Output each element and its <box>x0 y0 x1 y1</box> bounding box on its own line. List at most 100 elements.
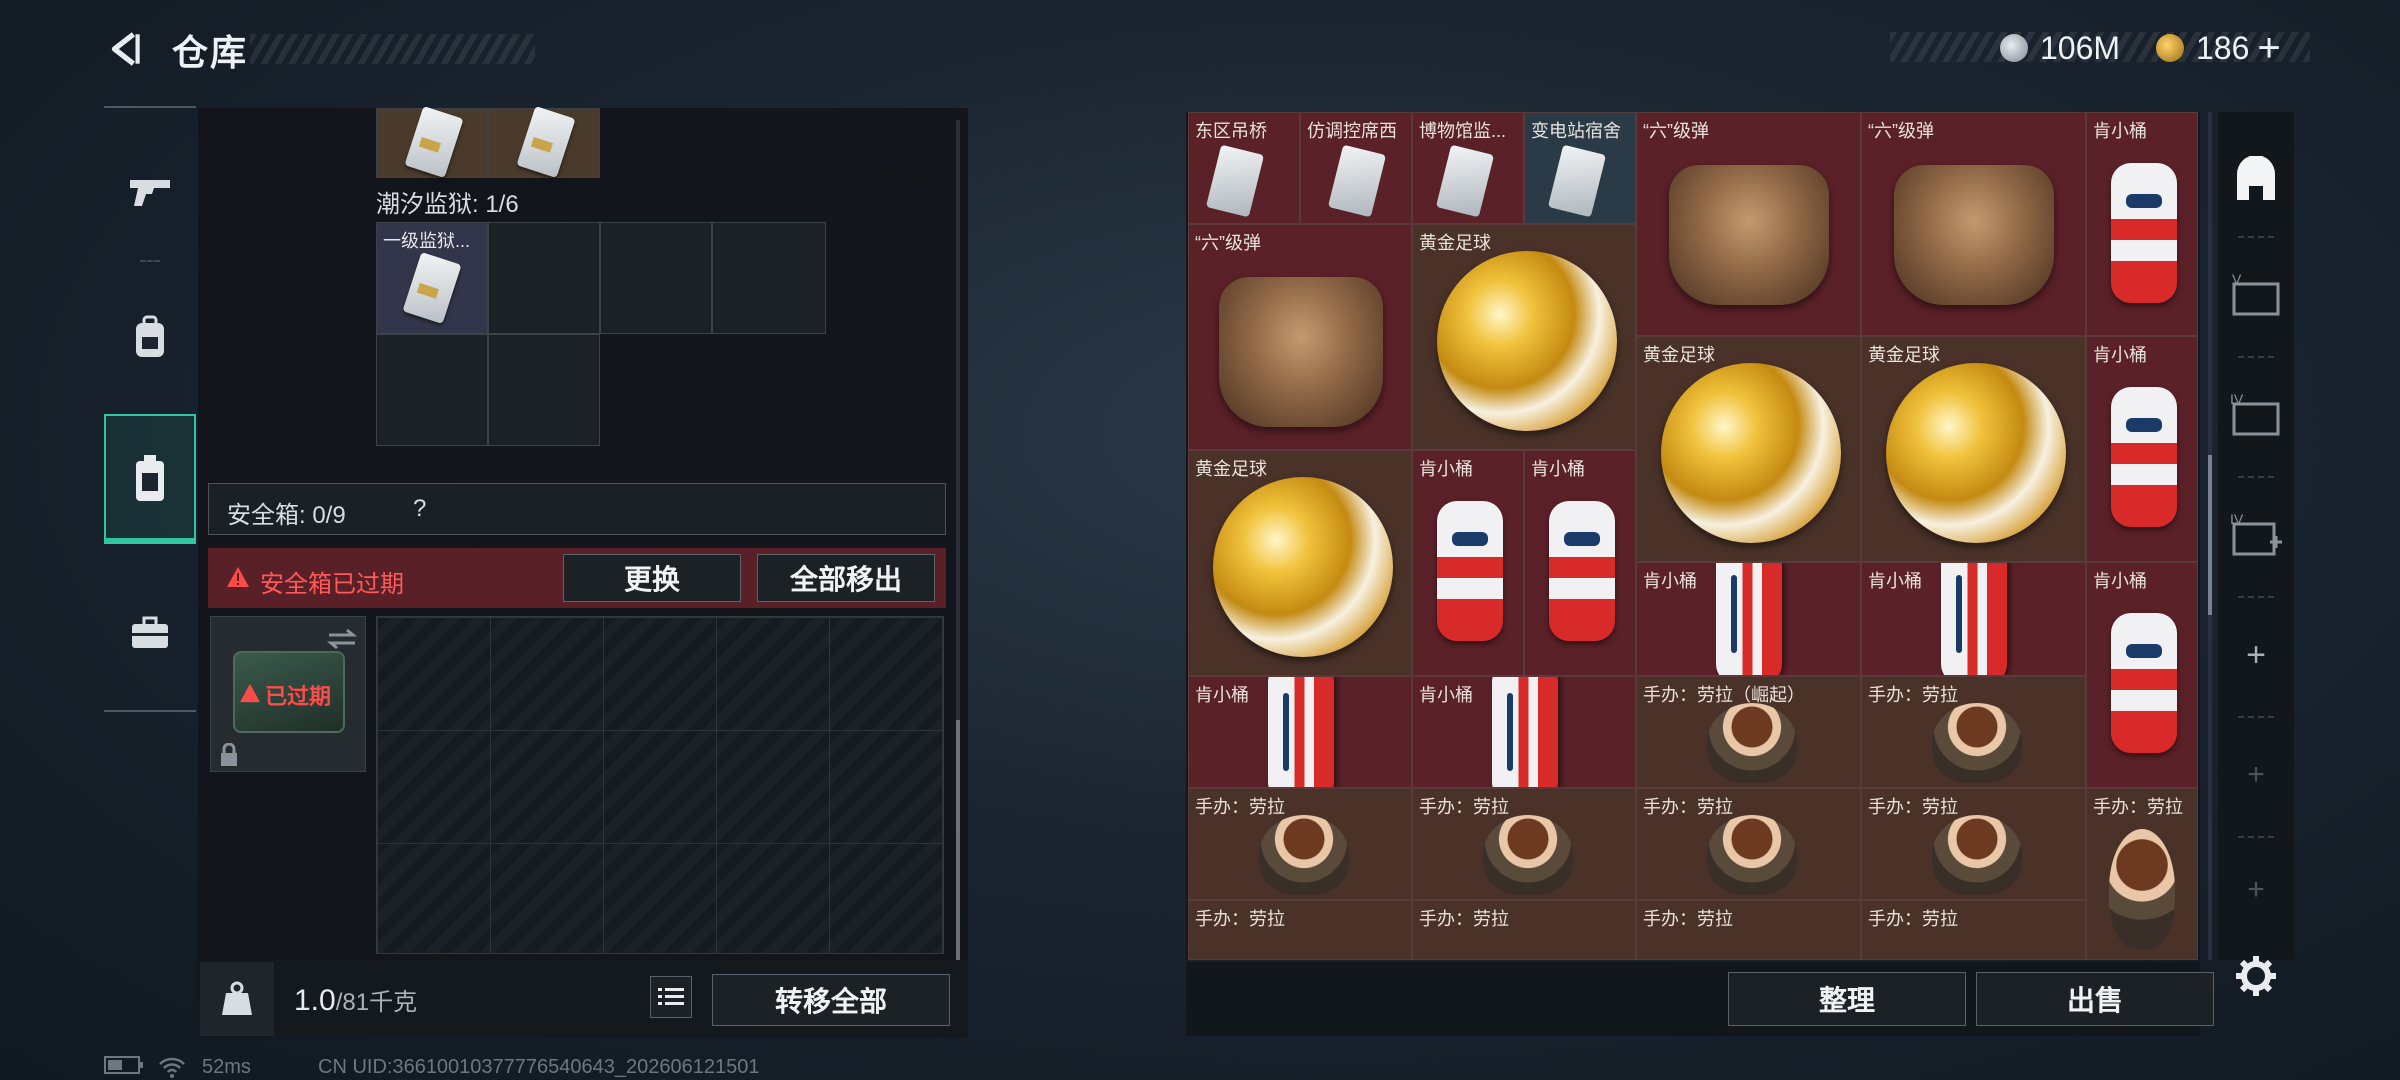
svg-text:IV: IV <box>2230 392 2244 407</box>
stash-item[interactable]: 肯小桶 <box>2086 112 2198 336</box>
svg-text:V: V <box>2232 272 2242 287</box>
stash-item[interactable]: 仿调控席西 <box>1300 112 1412 224</box>
weight-icon <box>222 981 252 1015</box>
list-view-button[interactable] <box>650 976 692 1018</box>
item-name: 一级监狱... <box>383 231 471 251</box>
help-icon[interactable]: ? <box>413 495 426 523</box>
stash-item[interactable]: 黄金足球 <box>1412 224 1636 450</box>
safebox-capacity-bar: 安全箱: 0/9 ? <box>208 483 946 535</box>
stash-item[interactable]: 肯小桶 <box>1188 676 1412 788</box>
stash-item[interactable]: 手办：劳拉 <box>1412 788 1636 900</box>
weight-max: /81千克 <box>335 989 418 1016</box>
stash-item[interactable]: 手办：劳拉 <box>2086 788 2198 960</box>
stash-item[interactable]: 手办：劳拉 <box>1188 788 1412 900</box>
stash-item[interactable]: 手办：劳拉 <box>1188 900 1412 960</box>
uid-label: CN UID:36610010377776540643_202606121501 <box>318 1056 760 1078</box>
stash-page-cards[interactable]: V <box>2218 240 2294 350</box>
replace-button[interactable]: 更换 <box>563 554 741 602</box>
back-button[interactable] <box>100 24 150 74</box>
stash-item[interactable]: “六”级弹 <box>1636 112 1861 336</box>
stash-item[interactable]: “六”级弹 <box>1861 112 2086 336</box>
add-page-button[interactable]: + <box>2218 600 2294 710</box>
kfc-bucket-icon <box>2111 163 2177 303</box>
remove-all-button[interactable]: 全部移出 <box>757 554 935 602</box>
stash-page-backpack[interactable] <box>2218 124 2294 234</box>
grid-cell[interactable] <box>488 334 600 446</box>
nav-safebox[interactable] <box>104 414 196 544</box>
grid-cell[interactable] <box>376 334 488 446</box>
stash-item[interactable]: 肯小桶 <box>1861 562 2086 676</box>
backpack-icon <box>2237 156 2275 200</box>
golden-football-icon <box>1886 363 2066 543</box>
add-page-button[interactable]: + <box>2218 720 2294 830</box>
lara-figure-icon <box>1259 815 1349 895</box>
kfc-bucket-icon <box>1549 501 1615 641</box>
kfc-bucket-icon <box>1492 677 1558 787</box>
card-folder-icon: V <box>2232 272 2280 316</box>
safebox-item-slot[interactable]: 已过期 <box>210 616 366 772</box>
stash-item[interactable]: 肯小桶 <box>1412 450 1524 676</box>
stash-item[interactable]: 黄金足球 <box>1188 450 1412 676</box>
stash-item[interactable]: 手办：劳拉 <box>1636 788 1861 900</box>
grid-cell[interactable]: 一级监狱... <box>376 222 488 334</box>
stash-item[interactable]: 东区吊桥 <box>1188 112 1300 224</box>
stash-page-cards-iv[interactable]: IV <box>2218 360 2294 470</box>
add-currency-icon[interactable]: + <box>2257 26 2280 71</box>
safebox-grid[interactable] <box>376 616 944 954</box>
swap-icon[interactable] <box>327 627 357 651</box>
weight-current: 1.0 <box>294 984 336 1017</box>
gold-amount: 186 <box>2196 29 2250 66</box>
stash-item[interactable]: 肯小桶 <box>1524 450 1636 676</box>
grid-cell[interactable] <box>376 106 488 178</box>
sort-button[interactable]: 整理 <box>1728 972 1966 1026</box>
safebox-capacity-label: 安全箱: 0/9 <box>227 502 346 529</box>
grid-cell[interactable] <box>488 222 600 334</box>
battery-icon <box>104 1056 144 1080</box>
keycard-icon <box>1435 144 1495 218</box>
lara-figure-icon <box>1932 815 2022 895</box>
stash-item[interactable]: 手办：劳拉 <box>1412 900 1636 960</box>
expired-notice-text: 安全箱已过期 <box>260 571 404 598</box>
stash-item[interactable]: 博物馆监... <box>1412 112 1524 224</box>
gold-currency[interactable]: 186 + <box>2156 26 2281 70</box>
nav-weapons[interactable] <box>104 126 196 256</box>
plus-icon: + <box>2247 758 2265 791</box>
transfer-all-button[interactable]: 转移全部 <box>712 974 950 1026</box>
nav-backpack[interactable] <box>104 272 196 402</box>
grid-cell[interactable] <box>600 222 712 334</box>
add-page-button[interactable]: + <box>2218 840 2294 940</box>
stash-item[interactable]: 肯小桶 <box>1412 676 1636 788</box>
stash-item[interactable]: 手办：劳拉（崛起） <box>1636 676 1861 788</box>
grid-cell[interactable] <box>488 106 600 178</box>
sell-button[interactable]: 出售 <box>1976 972 2214 1026</box>
stash-item[interactable]: 手办：劳拉 <box>1861 788 2086 900</box>
stash-item[interactable]: 手办：劳拉 <box>1861 676 2086 788</box>
stash-item[interactable]: 黄金足球 <box>1861 336 2086 562</box>
rock-hand-icon <box>1894 165 2054 305</box>
stash-item[interactable]: 肯小桶 <box>2086 562 2198 788</box>
stash-page-add-iv[interactable]: IV <box>2218 480 2294 590</box>
stash-item[interactable]: 手办：劳拉 <box>1636 900 1861 960</box>
left-scrollbar-thumb[interactable] <box>956 720 960 970</box>
plus-icon: + <box>2246 635 2266 674</box>
stash-item[interactable]: 变电站宿舍 <box>1524 112 1636 224</box>
stash-item[interactable]: “六”级弹 <box>1188 224 1412 450</box>
kfc-bucket-icon <box>1941 563 2007 675</box>
silver-coin-icon <box>2000 34 2028 62</box>
stash-scrollbar-thumb[interactable] <box>2208 455 2212 615</box>
stash-item[interactable]: 黄金足球 <box>1636 336 1861 562</box>
card-add-iv-icon: IV <box>2230 512 2282 556</box>
nav-briefcase[interactable] <box>104 568 196 698</box>
grid-cell[interactable] <box>712 222 826 334</box>
stash-item[interactable]: 肯小桶 <box>2086 336 2198 562</box>
stash-item[interactable]: 手办：劳拉 <box>1861 900 2086 960</box>
svg-text:IV: IV <box>2230 512 2244 527</box>
briefcase-icon <box>132 616 168 648</box>
golden-football-icon <box>1437 251 1617 431</box>
page-title: 仓库 <box>172 32 249 73</box>
settings-button[interactable] <box>2234 954 2282 1002</box>
plus-icon: + <box>2247 873 2265 906</box>
list-icon <box>658 988 684 1005</box>
stash-item[interactable]: 肯小桶 <box>1636 562 1861 676</box>
lock-icon <box>221 743 237 766</box>
